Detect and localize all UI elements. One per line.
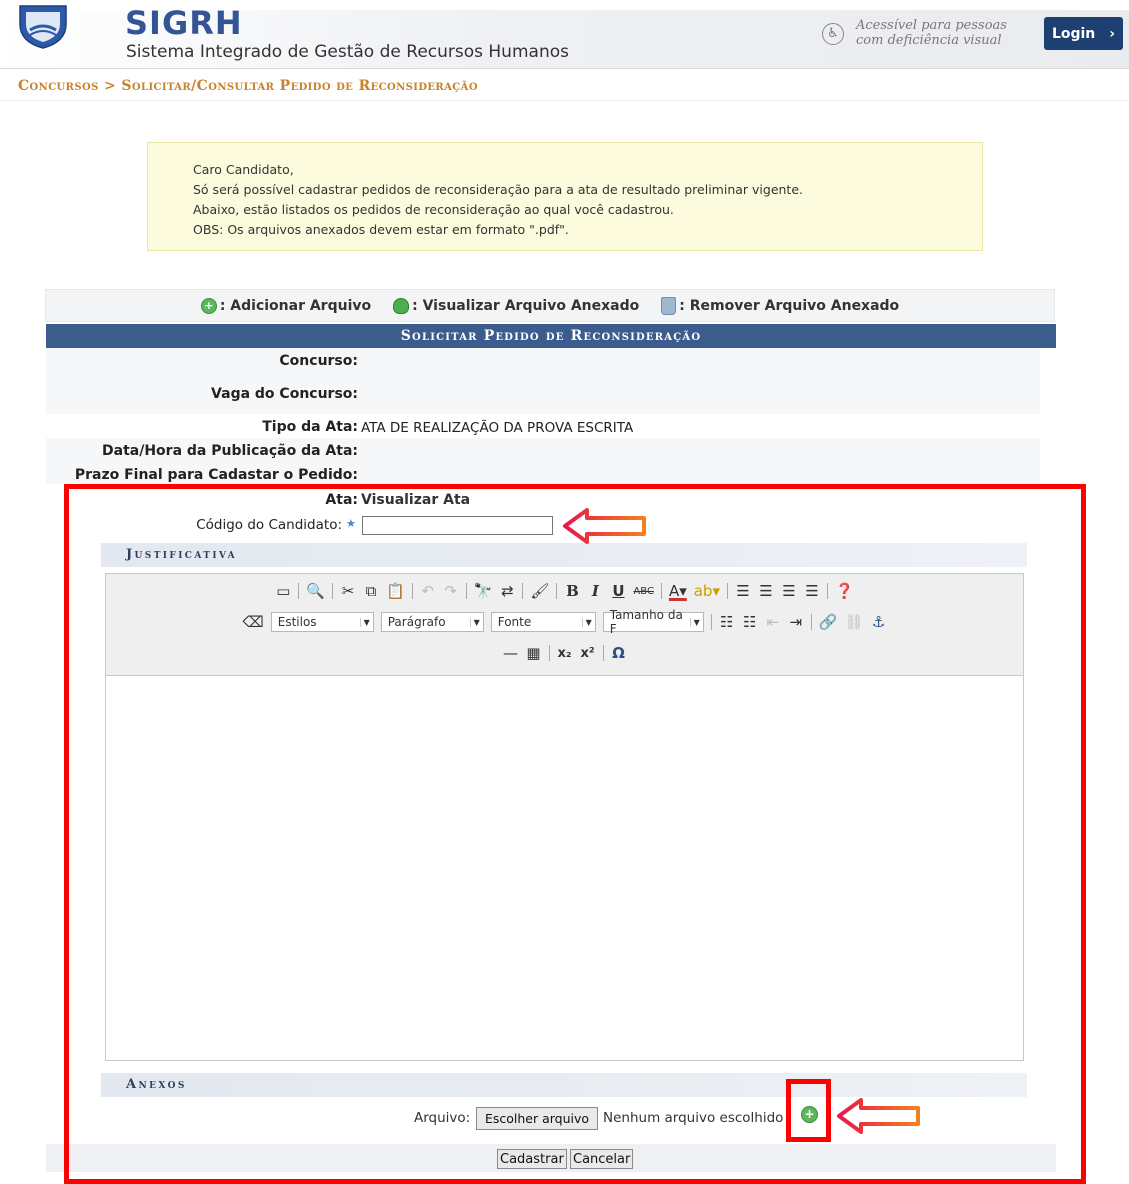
icon-legend: + : Adicionar Arquivo : Visualizar Arqui…	[45, 289, 1055, 322]
accessibility-icon[interactable]: ♿	[822, 23, 844, 45]
info-line-4: OBS: Os arquivos anexados devem estar em…	[193, 222, 569, 237]
accessibility-line-1: Acessível para pessoas	[856, 18, 1007, 33]
concurso-label: Concurso:	[279, 353, 358, 369]
legend-add: + : Adicionar Arquivo	[200, 297, 372, 314]
login-button[interactable]: Login ›	[1044, 17, 1123, 50]
accessibility-line-2: com deficiência visual	[856, 33, 1002, 48]
add-file-icon: +	[200, 297, 217, 314]
app-brand[interactable]: SIGRH	[125, 4, 243, 42]
arrow-left-icon	[837, 1098, 920, 1134]
prazo-label: Prazo Final para Cadastar o Pedido:	[74, 467, 358, 483]
breadcrumb-divider	[0, 100, 1129, 101]
info-line-3: Abaixo, estão listados os pedidos de rec…	[193, 202, 674, 217]
row-bg-1	[46, 348, 1040, 414]
highlight-box-small	[786, 1079, 831, 1142]
view-attachment-icon	[393, 297, 410, 314]
legend-remove: : Remover Arquivo Anexado	[661, 296, 900, 315]
tipo-ata-value: ATA DE REALIZAÇÃO DA PROVA ESCRITA	[361, 420, 634, 436]
arrow-left-icon	[563, 508, 646, 544]
legend-view: : Visualizar Arquivo Anexado	[393, 297, 640, 314]
info-line-2: Só será possível cadastrar pedidos de re…	[193, 182, 803, 197]
info-message: Caro Candidato, Só será possível cadastr…	[147, 142, 983, 251]
trash-icon	[661, 296, 677, 315]
breadcrumb: Concursos > Solicitar/Consultar Pedido d…	[18, 78, 478, 94]
legend-remove-label: : Remover Arquivo Anexado	[679, 297, 900, 314]
legend-add-label: : Adicionar Arquivo	[219, 297, 372, 314]
accessibility-link[interactable]: Acessível para pessoas com deficiência v…	[856, 18, 1007, 48]
app-subtitle: Sistema Integrado de Gestão de Recursos …	[126, 42, 569, 62]
info-line-1: Caro Candidato,	[193, 162, 294, 177]
chevron-right-icon: ›	[1109, 25, 1116, 42]
highlight-box	[64, 484, 1086, 1184]
legend-view-label: : Visualizar Arquivo Anexado	[412, 297, 640, 314]
tipo-ata-label: Tipo da Ata:	[262, 419, 358, 435]
data-publicacao-label: Data/Hora da Publicação da Ata:	[102, 443, 358, 459]
login-label: Login	[1051, 25, 1096, 42]
institution-logo-icon[interactable]	[16, 4, 70, 50]
form-title: Solicitar Pedido de Reconsideração	[46, 324, 1056, 348]
vaga-label: Vaga do Concurso:	[211, 386, 358, 402]
